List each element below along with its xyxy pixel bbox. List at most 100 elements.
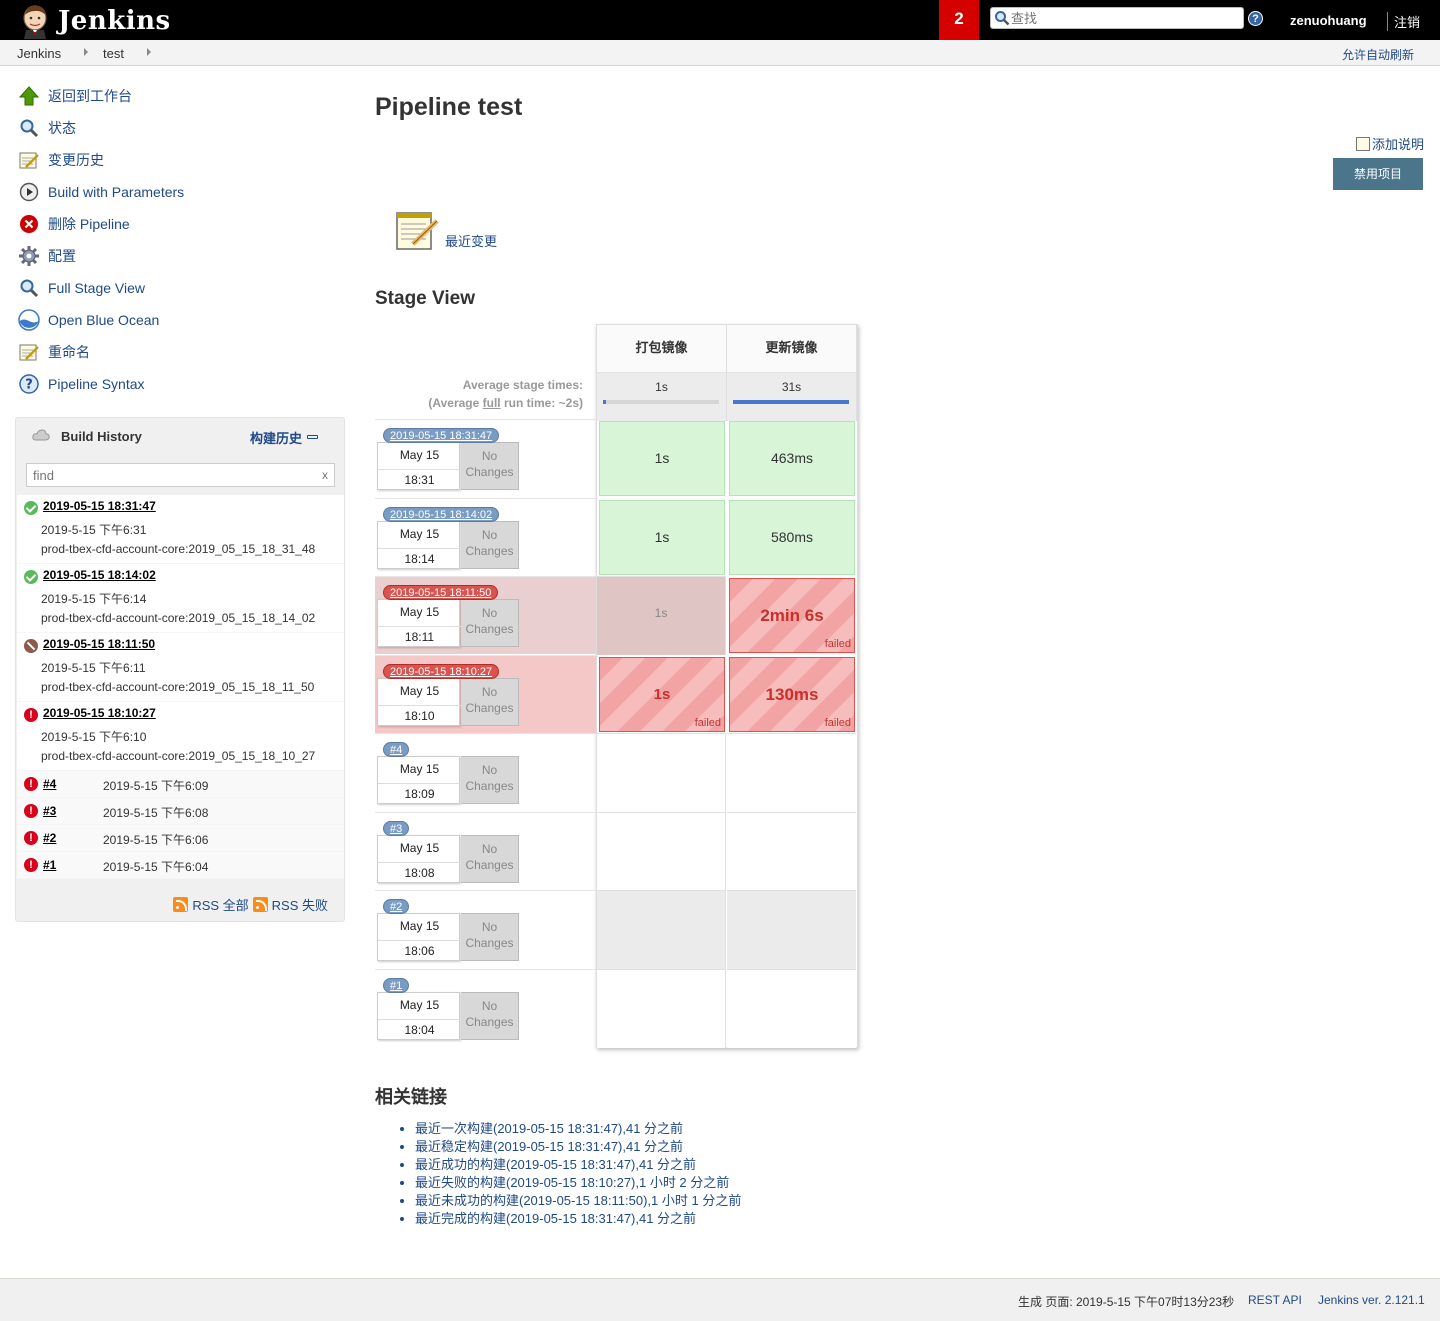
task-label[interactable]: 变更历史	[48, 150, 104, 170]
run-changes[interactable]: No Changes	[461, 521, 519, 569]
run-changes[interactable]: No Changes	[461, 835, 519, 883]
task-build-with-parameters[interactable]: Build with Parameters	[16, 176, 346, 208]
stage-cell	[597, 733, 726, 812]
stage-cell[interactable]: 463ms	[729, 421, 855, 496]
task-label[interactable]: 删除 Pipeline	[48, 214, 130, 234]
add-description-link[interactable]: 添加说明	[1372, 134, 1424, 153]
task-delete-pipeline[interactable]: 删除 Pipeline	[16, 208, 346, 240]
task-open-blue-ocean[interactable]: Open Blue Ocean	[16, 304, 346, 336]
run-changes-text: No	[481, 606, 498, 620]
stage-cell[interactable]: 1s	[597, 576, 726, 655]
run-changes[interactable]: No Changes	[461, 992, 519, 1040]
task-status[interactable]: 状态	[16, 112, 346, 144]
run-changes[interactable]: No Changes	[461, 678, 519, 726]
notification-count[interactable]: 2	[939, 0, 979, 40]
build-link[interactable]: 2019-05-15 18:11:50	[43, 637, 155, 651]
build-row: #1 2019-5-15 下午6:04	[17, 852, 344, 879]
run-changes-text: Changes	[465, 622, 514, 636]
related-link[interactable]: 最近未成功的构建(2019-05-15 18:11:50),1 小时 1 分之前	[415, 1193, 741, 1208]
auto-refresh-link[interactable]: 允许自动刷新	[1342, 46, 1414, 63]
task-changes[interactable]: 变更历史	[16, 144, 346, 176]
gear-icon	[18, 245, 40, 267]
run-time: 18:06	[378, 940, 461, 961]
build-row: 2019-05-15 18:14:02 2019-5-15 下午6:14 pro…	[17, 564, 344, 633]
task-label[interactable]: Build with Parameters	[48, 184, 184, 200]
related-link[interactable]: 最近成功的构建(2019-05-15 18:31:47),41 分之前	[415, 1157, 696, 1172]
task-label[interactable]: 状态	[48, 118, 76, 138]
full-run-link[interactable]: full	[483, 396, 501, 410]
rest-api-link[interactable]: REST API	[1248, 1293, 1302, 1307]
run-changes[interactable]: No Changes	[461, 756, 519, 804]
build-link[interactable]: #1	[43, 858, 56, 872]
task-full-stage-view[interactable]: Full Stage View	[16, 272, 346, 304]
build-date: 2019-5-15 下午6:04	[103, 860, 209, 874]
recent-changes-link[interactable]: 最近变更	[445, 231, 497, 250]
build-link[interactable]: #2	[43, 831, 56, 845]
user-link[interactable]: zenuohuang	[1290, 13, 1367, 28]
related-link[interactable]: 最近失败的构建(2019-05-15 18:10:27),1 小时 2 分之前	[415, 1175, 729, 1190]
side-task-list: 返回到工作台 状态 变更历史 Build with Parameters 删除 …	[16, 80, 346, 400]
help-icon: ?	[18, 373, 40, 395]
task-configure[interactable]: 配置	[16, 240, 346, 272]
run-changes[interactable]: No Changes	[461, 599, 519, 647]
run-badge[interactable]: #4	[383, 742, 410, 757]
build-filter-input[interactable]	[27, 464, 307, 486]
task-label[interactable]: 返回到工作台	[48, 86, 132, 106]
add-description[interactable]: 添加说明	[1355, 134, 1424, 153]
task-pipeline-syntax[interactable]: ? Pipeline Syntax	[16, 368, 346, 400]
task-label[interactable]: Pipeline Syntax	[48, 376, 145, 392]
breadcrumb-separator-icon[interactable]	[147, 48, 151, 56]
stage-cell[interactable]: 1s failed	[599, 657, 725, 732]
build-link[interactable]: 2019-05-15 18:31:47	[43, 499, 156, 513]
task-label[interactable]: 配置	[48, 246, 76, 266]
run-badge[interactable]: 2019-05-15 18:31:47	[383, 428, 500, 443]
run-changes[interactable]: No Changes	[461, 442, 519, 490]
run-badge[interactable]: 2019-05-15 18:11:50	[383, 585, 499, 600]
task-label[interactable]: Open Blue Ocean	[48, 312, 159, 328]
search-help-icon[interactable]: ?	[1248, 11, 1263, 26]
build-trend-link[interactable]: 构建历史	[250, 428, 302, 447]
search-input[interactable]	[1011, 9, 1239, 27]
run-date: May 15	[399, 684, 440, 698]
stage-cell[interactable]: 580ms	[729, 500, 855, 575]
breadcrumb-separator-icon[interactable]	[84, 48, 88, 56]
disable-project-button[interactable]: 禁用项目	[1333, 158, 1423, 190]
up-arrow-icon	[18, 85, 40, 107]
build-link[interactable]: #4	[43, 777, 56, 791]
run-badge[interactable]: 2019-05-15 18:14:02	[383, 507, 500, 522]
stage-cell[interactable]: 2min 6s failed	[729, 578, 855, 653]
stage-run-row: May 15 18:04 No Changes #1	[375, 969, 596, 1047]
related-link[interactable]: 最近完成的构建(2019-05-15 18:31:47),41 分之前	[415, 1211, 696, 1226]
run-badge[interactable]: #3	[383, 821, 410, 836]
task-back-to-dashboard[interactable]: 返回到工作台	[16, 80, 346, 112]
stage-cell[interactable]: 130ms failed	[729, 657, 855, 732]
collapse-icon[interactable]	[307, 435, 318, 439]
run-changes[interactable]: No Changes	[461, 913, 519, 961]
task-rename[interactable]: 重命名	[16, 336, 346, 368]
related-link[interactable]: 最近稳定构建(2019-05-15 18:31:47),41 分之前	[415, 1139, 683, 1154]
logout-link[interactable]: 注销	[1387, 12, 1420, 31]
run-date-card: May 15 18:14	[377, 521, 461, 569]
run-date: May 15	[399, 841, 440, 855]
breadcrumb-jenkins[interactable]: Jenkins	[17, 46, 61, 61]
build-link[interactable]: 2019-05-15 18:14:02	[43, 568, 156, 582]
jenkins-version-link[interactable]: Jenkins ver. 2.121.1	[1318, 1293, 1425, 1307]
clear-filter-icon[interactable]: x	[322, 468, 328, 482]
stage-cell[interactable]: 1s	[599, 500, 725, 575]
blue-ocean-icon	[18, 309, 40, 331]
task-label[interactable]: 重命名	[48, 342, 90, 362]
rss-all-link[interactable]: RSS 全部	[192, 895, 248, 914]
rss-failed-link[interactable]: RSS 失败	[272, 895, 328, 914]
breadcrumb-test[interactable]: test	[103, 46, 124, 61]
run-badge[interactable]: 2019-05-15 18:10:27	[383, 664, 500, 679]
stage-cell[interactable]: 1s	[599, 421, 725, 496]
related-link[interactable]: 最近一次构建(2019-05-15 18:31:47),41 分之前	[415, 1121, 683, 1136]
jenkins-logo[interactable]: Jenkins	[18, 2, 171, 40]
build-row: 2019-05-15 18:10:27 2019-5-15 下午6:10 pro…	[17, 702, 344, 771]
run-badge[interactable]: #2	[383, 899, 410, 914]
task-label[interactable]: Full Stage View	[48, 280, 145, 296]
build-link[interactable]: 2019-05-15 18:10:27	[43, 706, 156, 720]
notepad-icon	[18, 149, 40, 171]
build-link[interactable]: #3	[43, 804, 56, 818]
run-badge[interactable]: #1	[383, 978, 410, 993]
